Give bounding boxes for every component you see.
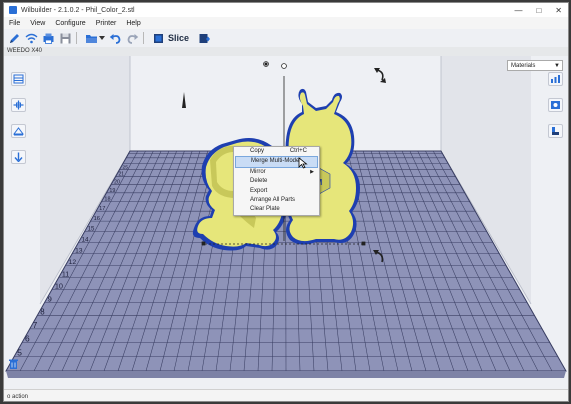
materials-selected: Materials <box>511 63 536 69</box>
context-menu-copy[interactable]: Copy Ctrl+C <box>234 147 319 156</box>
menu-view[interactable]: View <box>30 20 45 27</box>
grid-row-label: 21 <box>119 172 125 178</box>
context-menu-mirror[interactable]: Mirror ▶ <box>234 168 319 177</box>
rotate-handle-icon[interactable] <box>374 68 386 83</box>
build-plate-scene: 2521201918171615141312111098765 M <box>5 56 567 378</box>
grid-row-label: 19 <box>109 188 115 194</box>
grid-row-label: 20 <box>114 179 120 185</box>
maximize-icon[interactable]: □ <box>536 6 541 15</box>
submenu-arrow-icon: ▶ <box>310 168 314 175</box>
move-icon <box>13 100 24 110</box>
printer-icon[interactable] <box>41 31 55 45</box>
context-menu-export[interactable]: Export <box>234 187 319 196</box>
grid-row-label: 11 <box>62 270 69 278</box>
grid-row-label: 14 <box>82 236 90 243</box>
context-menu-arrange-all-parts[interactable]: Arrange All Parts <box>234 196 319 205</box>
grid-row-label: 9 <box>48 294 52 303</box>
grid-row-label: 16 <box>93 216 100 222</box>
layers-icon <box>13 74 24 84</box>
redo-icon[interactable] <box>125 31 139 45</box>
slice-export-icon[interactable] <box>197 31 211 45</box>
printer-settings-icon <box>551 101 560 109</box>
support-tool-button[interactable] <box>548 124 563 138</box>
grid-row-label: 6 <box>25 334 30 344</box>
title-bar: Wilbuilder - 2.1.0.2 - Phil_Color_2.stl … <box>4 3 568 18</box>
grid-row-label: 13 <box>75 248 83 255</box>
grid-row-label: 8 <box>40 307 45 316</box>
grid-row-label: 25 <box>123 165 129 171</box>
slice-label: Slice <box>168 33 190 43</box>
copy-shortcut: Ctrl+C <box>289 148 307 154</box>
status-bar: o action <box>4 389 568 401</box>
menu-printer[interactable]: Printer <box>96 20 117 27</box>
context-menu-clear-plate[interactable]: Clear Plate <box>234 205 319 214</box>
dropdown-arrow-icon[interactable] <box>99 31 105 45</box>
menu-bar: File View Configure Printer Help <box>4 17 568 29</box>
mouse-cursor-icon <box>298 157 308 169</box>
app-window: Wilbuilder - 2.1.0.2 - Phil_Color_2.stl … <box>3 2 569 402</box>
status-text: o action <box>7 394 29 400</box>
grid-row-label: 12 <box>69 259 77 266</box>
grid-row-label: 18 <box>104 197 110 203</box>
slice-button[interactable]: Slice <box>152 32 189 45</box>
arrow-down-icon <box>14 152 23 162</box>
window-title: Wilbuilder - 2.1.0.2 - Phil_Color_2.stl <box>21 6 135 14</box>
slice-icon <box>154 33 163 43</box>
toolbar: Slice <box>4 29 568 48</box>
delete-button[interactable] <box>6 357 21 371</box>
wifi-icon[interactable] <box>24 31 38 45</box>
print-settings-button[interactable] <box>548 98 563 112</box>
menu-configure[interactable]: Configure <box>55 20 85 27</box>
scale-tool-button[interactable] <box>11 124 26 138</box>
toolbar-separator <box>76 32 77 44</box>
menu-help[interactable]: Help <box>126 20 140 27</box>
build-plate-viewport[interactable]: 25 21 20 19 18 17 16 15 14 13 12 11 10 9 8 7 6 5 M <box>4 56 568 389</box>
printer-name: WEEDO X40 <box>4 47 568 56</box>
bar-chart-icon <box>551 75 560 83</box>
camera-view-button[interactable] <box>11 72 26 86</box>
move-tool-button[interactable] <box>11 98 26 112</box>
move-handle-icon[interactable] <box>182 92 186 108</box>
statistics-button[interactable] <box>548 72 563 86</box>
toolbar-separator <box>143 32 144 44</box>
chevron-down-icon: ▼ <box>554 63 560 69</box>
context-menu-delete[interactable]: Delete <box>234 177 319 186</box>
grid-row-label: 10 <box>55 282 63 291</box>
app-icon <box>9 6 17 14</box>
save-icon[interactable] <box>58 31 72 45</box>
drop-to-bed-button[interactable] <box>11 150 26 164</box>
grid-row-label: 17 <box>99 206 105 212</box>
trash-icon <box>9 359 18 369</box>
edit-pencil-icon[interactable] <box>7 31 21 45</box>
grid-row-label: 7 <box>33 321 38 330</box>
open-folder-icon[interactable] <box>84 31 98 45</box>
materials-dropdown[interactable]: Materials ▼ <box>507 60 563 71</box>
menu-file[interactable]: File <box>9 20 20 27</box>
close-icon[interactable]: ✕ <box>555 6 562 15</box>
minimize-icon[interactable]: — <box>514 6 522 15</box>
undo-icon[interactable] <box>108 31 122 45</box>
grid-row-label: 15 <box>88 226 95 233</box>
scale-icon <box>13 127 24 136</box>
support-icon <box>552 127 559 135</box>
